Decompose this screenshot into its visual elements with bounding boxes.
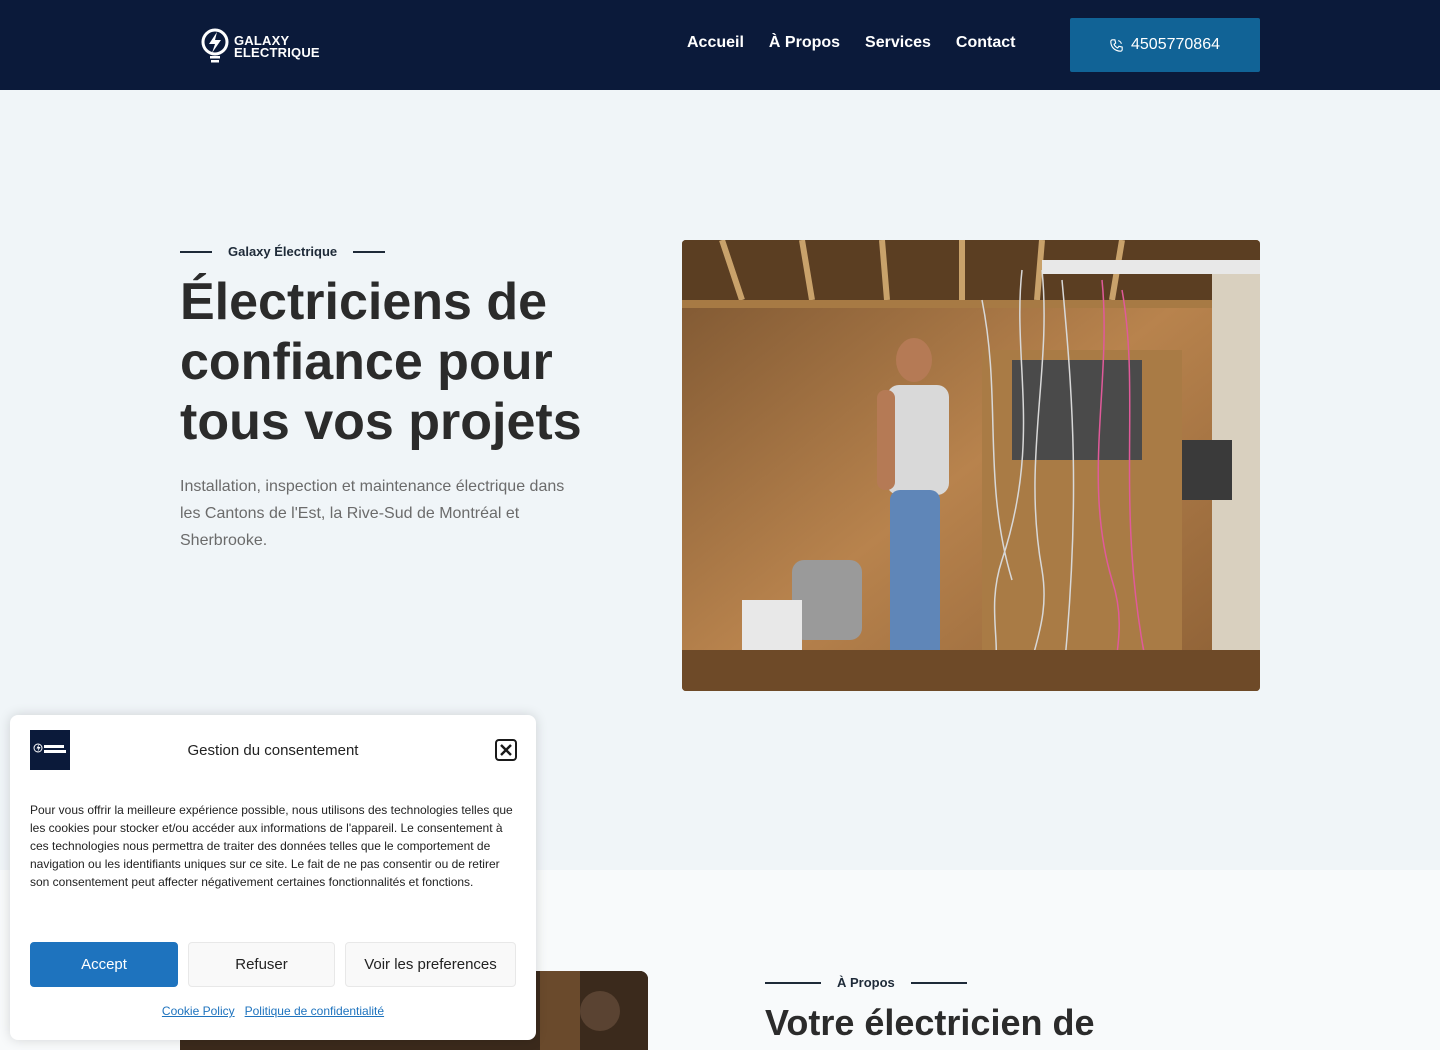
hero-description: Installation, inspection et maintenance … (180, 478, 565, 549)
accept-button[interactable]: Accept (30, 942, 178, 987)
about-eyebrow: À Propos (765, 975, 967, 990)
bulb-logo-icon (201, 28, 229, 63)
hero-eyebrow: Galaxy Électrique (180, 244, 386, 259)
nav-accueil[interactable]: Accueil (687, 34, 744, 52)
privacy-policy-link[interactable]: Politique de confidentialité (245, 1004, 384, 1018)
logo[interactable]: GALAXY ELECTRIQUE (200, 28, 320, 66)
hero-photo (682, 240, 1260, 691)
about-eyebrow-text: À Propos (837, 975, 895, 990)
eyebrow-line-left (180, 250, 212, 253)
nav-a-propos[interactable]: À Propos (769, 34, 840, 52)
eyebrow-line-right (910, 981, 967, 984)
nav-contact[interactable]: Contact (956, 34, 1016, 52)
preferences-button[interactable]: Voir les preferences (345, 942, 516, 987)
phone-button[interactable]: 4505770864 (1070, 18, 1260, 72)
cookie-policy-link[interactable]: Cookie Policy (162, 1004, 235, 1018)
eyebrow-line-right (353, 250, 386, 253)
nav-services[interactable]: Services (865, 34, 931, 52)
site-header: GALAXY ELECTRIQUE Accueil À Propos Servi… (0, 0, 1440, 90)
logo-line2: ELECTRIQUE (234, 45, 320, 60)
consent-text: Pour vous offrir la meilleure expérience… (30, 803, 513, 889)
about-title: Votre électricien de (765, 1002, 1095, 1043)
consent-links: Cookie Policy Politique de confidentiali… (10, 1004, 536, 1018)
logo-text: GALAXY ELECTRIQUE (234, 34, 320, 60)
close-icon (500, 744, 512, 756)
electrician-photo (682, 240, 1260, 691)
hero-title: Électriciens de confiance pour tous vos … (180, 273, 582, 451)
eyebrow-line-left (765, 981, 821, 984)
close-button[interactable] (495, 739, 517, 761)
main-nav: Accueil À Propos Services Contact (687, 34, 1040, 52)
deny-button[interactable]: Refuser (188, 942, 335, 987)
consent-dialog: Gestion du consentement Pour vous offrir… (10, 715, 536, 1040)
phone-icon (1110, 38, 1123, 52)
hero-eyebrow-text: Galaxy Électrique (228, 244, 338, 259)
consent-title: Gestion du consentement (187, 742, 359, 759)
phone-number: 4505770864 (1131, 36, 1220, 53)
